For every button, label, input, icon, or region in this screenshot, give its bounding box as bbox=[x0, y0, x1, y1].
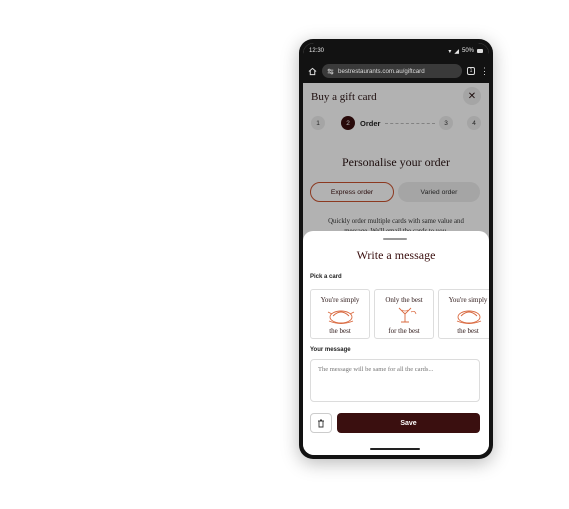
card-text-top: You're simply bbox=[448, 296, 488, 304]
phone-frame: 12:30 ▾ ◢ 50% bestrestaurants.com.au/gif… bbox=[299, 39, 493, 459]
phone-screen: 12:30 ▾ ◢ 50% bestrestaurants.com.au/gif… bbox=[303, 43, 489, 455]
roast-chicken-illustration bbox=[327, 310, 355, 324]
roast-chicken-illustration bbox=[456, 310, 482, 324]
card-text-bottom: the best bbox=[457, 327, 479, 335]
tabs-icon[interactable]: 1 bbox=[467, 67, 475, 75]
gesture-nav-bar[interactable] bbox=[370, 448, 420, 450]
card-option-1[interactable]: You're simply the best bbox=[310, 289, 370, 339]
delete-button[interactable] bbox=[310, 413, 332, 433]
card-text-bottom: the best bbox=[329, 327, 351, 335]
signal-icon: ◢ bbox=[454, 48, 459, 55]
message-bottom-sheet: Write a message Pick a card You're simpl… bbox=[303, 231, 489, 455]
message-input[interactable] bbox=[310, 359, 480, 402]
pick-card-label: Pick a card bbox=[310, 274, 342, 280]
status-time: 12:30 bbox=[309, 48, 325, 54]
card-text-top: Only the best bbox=[385, 296, 423, 304]
card-text-bottom: for the best bbox=[388, 327, 420, 335]
save-button[interactable]: Save bbox=[337, 413, 480, 433]
trash-icon bbox=[318, 419, 324, 427]
site-settings-icon[interactable] bbox=[327, 68, 334, 75]
sheet-drag-handle[interactable] bbox=[383, 238, 407, 240]
message-label: Your message bbox=[310, 347, 351, 353]
battery-icon bbox=[477, 49, 483, 53]
card-carousel[interactable]: You're simply the best Only the best for… bbox=[310, 289, 489, 341]
more-menu-icon[interactable]: ⋮ bbox=[480, 66, 489, 76]
battery-level: 50% bbox=[461, 48, 474, 54]
wifi-icon: ▾ bbox=[448, 48, 452, 55]
card-text-top: You're simply bbox=[320, 296, 360, 304]
url-text: bestrestaurants.com.au/giftcard bbox=[338, 67, 425, 75]
sheet-title: Write a message bbox=[356, 248, 436, 262]
address-bar[interactable]: bestrestaurants.com.au/giftcard bbox=[322, 64, 462, 78]
home-icon[interactable] bbox=[308, 67, 317, 76]
card-option-3[interactable]: You're simply the best bbox=[438, 289, 489, 339]
browser-toolbar: bestrestaurants.com.au/giftcard 1 ⋮ bbox=[303, 59, 489, 83]
status-bar: 12:30 ▾ ◢ 50% bbox=[303, 43, 489, 59]
status-icons: ▾ ◢ 50% bbox=[448, 48, 483, 55]
card-option-2[interactable]: Only the best for the best bbox=[374, 289, 434, 339]
glass-illustration bbox=[398, 307, 417, 323]
